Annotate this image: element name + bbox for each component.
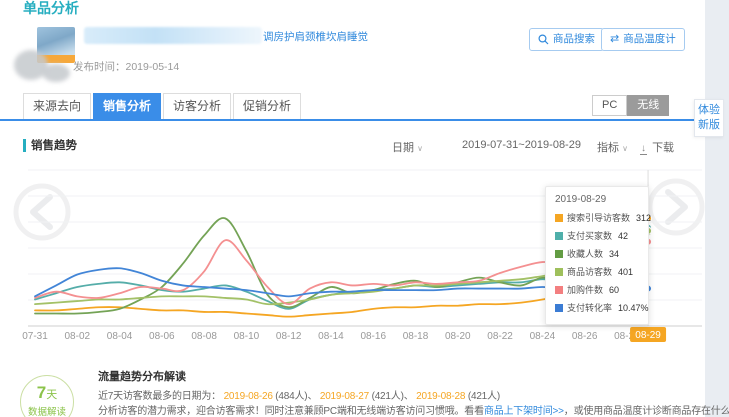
single-product-analysis-page: 单品分析 调房护肩颈椎坎肩睡觉 发布时间：2019-05-14 商品搜索 ⇄ 商… (0, 0, 729, 417)
x-axis-tick: 08-24 (530, 331, 556, 342)
tooltip-date: 2019-08-29 (555, 194, 639, 205)
tooltip-row: 支付买家数 42 (555, 229, 639, 242)
date-dropdown[interactable]: 日期 ∨ (392, 139, 423, 155)
highlighted-x-tick: 08-29 (635, 330, 661, 341)
tooltip-row: 收藏人数 34 (555, 247, 639, 260)
x-axis-tick: 08-02 (64, 331, 90, 342)
tooltip-series-label: 加购件数 (567, 283, 603, 296)
date-dropdown-label: 日期 (392, 142, 414, 154)
section-marker (23, 139, 26, 152)
next-arrow[interactable] (650, 181, 702, 233)
tooltip-row: 商品访客数 401 (555, 265, 639, 278)
date-range-value: 2019-07-31~2019-08-29 (462, 139, 581, 151)
top-date-3-count: (421人) (465, 391, 500, 402)
sales-trend-title: 销售趋势 (31, 137, 77, 153)
download-icon: ↓ (640, 144, 647, 155)
product-search-button[interactable]: 商品搜索 (529, 28, 604, 51)
chevron-down-icon: ∨ (622, 144, 628, 153)
x-axis-tick: 08-20 (445, 331, 471, 342)
prev-arrow[interactable] (16, 186, 68, 238)
x-axis-tick: 08-22 (487, 331, 513, 342)
tooltip-series-value: 34 (609, 249, 619, 259)
try-new-version-link[interactable]: 体验 新版 (694, 99, 724, 137)
badge-caption: 数据解读 (21, 404, 73, 417)
tooltip-rows: 搜索引导访客数312 支付买家数 42 收藏人数 34 商品访客数 401 加购件数 60 支付转… (555, 211, 639, 314)
tooltip-series-label: 搜索引导访客数 (567, 211, 630, 224)
x-axis-tick: 08-18 (403, 331, 429, 342)
badge-days: 7天 (21, 383, 73, 403)
metric-dropdown-label: 指标 (597, 142, 619, 154)
tooltip-series-value: 60 (609, 285, 619, 295)
tooltip-series-label: 支付买家数 (567, 229, 612, 242)
product-search-label: 商品搜索 (553, 29, 595, 50)
tooltip-series-label: 商品访客数 (567, 265, 612, 278)
x-axis-tick: 08-26 (572, 331, 598, 342)
right-scroll-strip[interactable] (705, 0, 729, 417)
download-label: 下载 (652, 142, 674, 154)
tooltip-row: 加购件数 60 (555, 283, 639, 296)
interpretation-line1: 近7天访客数最多的日期为： 2019-08-26 (484人)、 2019-08… (98, 387, 500, 402)
tooltip-series-value: 401 (618, 267, 633, 277)
tooltip-series-label: 收藏人数 (567, 247, 603, 260)
new-version-line1: 体验 (698, 104, 720, 116)
tooltip-series-value: 10.47% (618, 303, 649, 313)
series-color-swatch (555, 304, 563, 312)
chevron-down-icon: ∨ (417, 144, 423, 153)
interpretation-title: 流量趋势分布解读 (98, 368, 186, 384)
product-title-link[interactable]: 调房护肩颈椎坎肩睡觉 (263, 29, 368, 44)
page-title: 单品分析 (23, 0, 79, 18)
tabs-underline (0, 119, 706, 121)
shelf-time-link[interactable]: 商品上下架时间>> (484, 406, 564, 417)
product-thermometer-button[interactable]: ⇄ 商品温度计 (601, 28, 685, 51)
product-title-redacted (84, 27, 262, 44)
tab-visitor-analysis[interactable]: 访客分析 (163, 93, 231, 120)
series-color-swatch (555, 268, 563, 276)
device-toggle: PC 无线 (592, 95, 669, 116)
line1-prefix: 近7天访客数最多的日期为： (98, 391, 221, 402)
x-axis-tick: 08-12 (276, 331, 302, 342)
toggle-wireless[interactable]: 无线 (627, 95, 669, 116)
tooltip-series-label: 支付转化率 (567, 301, 612, 314)
line2-text: ，或使用商品温度计诊断商品存在什么问题吧。 (564, 406, 729, 417)
top-date-2-count: (421人)、 (369, 391, 416, 402)
top-date-1-count: (484人)、 (273, 391, 320, 402)
analysis-tabs: 来源去向 销售分析 访客分析 促销分析 (23, 93, 303, 120)
tab-source-destination[interactable]: 来源去向 (23, 93, 91, 120)
x-axis-tick: 08-06 (149, 331, 175, 342)
chart-x-axis: 07-31 08-02 08-04 08-06 08-08 08-10 08-12 08-14… (22, 326, 702, 342)
series-color-swatch (555, 214, 563, 222)
top-date-1: 2019-08-26 (224, 391, 273, 402)
series-color-swatch (555, 286, 563, 294)
thermometer-icon: ⇄ (610, 29, 619, 50)
tooltip-series-value: 312 (636, 213, 651, 223)
tab-promotion-analysis[interactable]: 促销分析 (233, 93, 301, 120)
metric-dropdown[interactable]: 指标 ∨ (597, 139, 628, 155)
line2-text: 分析访客的潜力需求，迎合访客需求！同时注意兼顾PC端和无线端访客访问习惯哦。看看 (98, 406, 484, 417)
publish-time-label: 发布时间：2019-05-14 (73, 59, 179, 74)
top-date-3: 2019-08-28 (416, 391, 465, 402)
download-button[interactable]: ↓ 下载 (640, 139, 674, 155)
tab-sales-analysis[interactable]: 销售分析 (93, 93, 161, 120)
x-axis-tick: 08-08 (191, 331, 217, 342)
x-axis-tick: 08-04 (107, 331, 133, 342)
product-thermometer-label: 商品温度计 (623, 29, 676, 50)
tooltip-row: 搜索引导访客数312 (555, 211, 639, 224)
x-axis-tick: 08-16 (360, 331, 386, 342)
x-axis-tick: 07-31 (22, 331, 48, 342)
data-interpretation-badge: 7天 数据解读 (20, 375, 74, 417)
x-axis-tick: 08-10 (234, 331, 260, 342)
chart-tooltip: 2019-08-29 搜索引导访客数312支付买家数42收藏人数34商品访客数4… (545, 186, 649, 325)
x-axis-tick: 08-14 (318, 331, 344, 342)
new-version-line2: 新版 (698, 119, 720, 131)
search-icon (538, 34, 549, 45)
privacy-blur-blob (42, 64, 70, 82)
tooltip-row: 支付转化率10.47% (555, 301, 639, 314)
tooltip-series-value: 42 (618, 231, 628, 241)
series-color-swatch (555, 250, 563, 258)
top-date-2: 2019-08-27 (320, 391, 369, 402)
series-color-swatch (555, 232, 563, 240)
toggle-pc[interactable]: PC (592, 95, 627, 116)
interpretation-line2: 分析访客的潜力需求，迎合访客需求！同时注意兼顾PC端和无线端访客访问习惯哦。看看… (98, 402, 729, 417)
